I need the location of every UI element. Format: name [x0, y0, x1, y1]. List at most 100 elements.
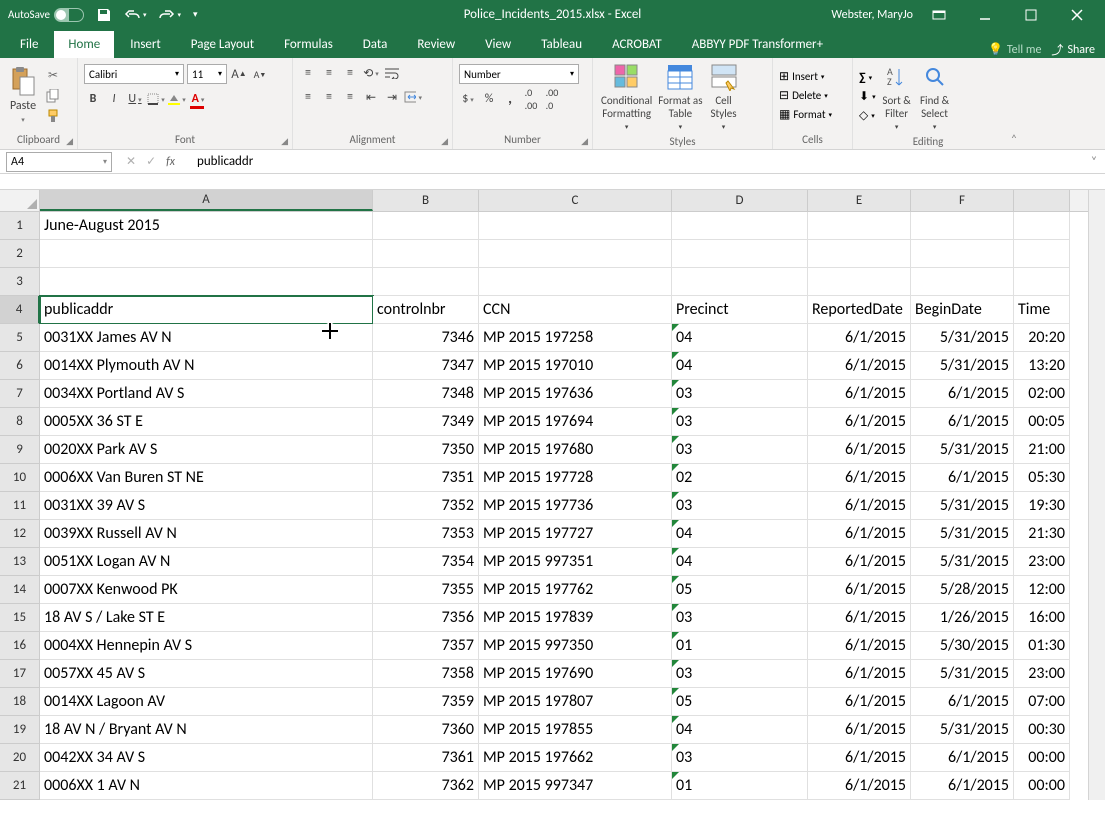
row-header[interactable]: 21 [0, 772, 40, 800]
insert-function-icon[interactable]: fx [166, 155, 175, 169]
cell[interactable]: MP 2015 197839 [479, 604, 672, 632]
cell[interactable]: 03 [672, 408, 808, 436]
cell[interactable]: ReportedDate [808, 296, 911, 324]
cell[interactable]: 5/28/2015 [911, 576, 1014, 604]
cancel-formula-icon[interactable]: ✕ [126, 154, 136, 169]
save-icon[interactable] [96, 7, 112, 23]
cell[interactable]: 7361 [373, 744, 479, 772]
cell[interactable]: 03 [672, 660, 808, 688]
accounting-format-icon[interactable]: $ [459, 90, 477, 108]
cell[interactable]: 6/1/2015 [911, 772, 1014, 800]
cell[interactable] [479, 212, 672, 240]
cell[interactable]: 00:00 [1014, 744, 1070, 772]
column-header-C[interactable]: C [479, 190, 672, 211]
cell[interactable]: 7356 [373, 604, 479, 632]
column-header-E[interactable]: E [808, 190, 911, 211]
cell[interactable] [373, 212, 479, 240]
row-header[interactable]: 6 [0, 352, 40, 380]
cell[interactable]: 0005XX 36 ST E [40, 408, 373, 436]
orientation-icon[interactable]: ⟲ [362, 64, 380, 82]
cell[interactable] [1014, 240, 1070, 268]
find-select-button[interactable]: Find & Select▾ [918, 60, 952, 133]
copy-icon[interactable] [44, 87, 62, 105]
row-header[interactable]: 9 [0, 436, 40, 464]
cell[interactable]: 7351 [373, 464, 479, 492]
cell[interactable]: 7357 [373, 632, 479, 660]
cell[interactable]: MP 2015 197690 [479, 660, 672, 688]
cell[interactable]: 0031XX 39 AV S [40, 492, 373, 520]
cell[interactable]: MP 2015 197636 [479, 380, 672, 408]
cell[interactable]: 04 [672, 520, 808, 548]
tab-view[interactable]: View [471, 31, 525, 58]
cell[interactable]: 6/1/2015 [808, 604, 911, 632]
align-center-icon[interactable]: ≡ [320, 88, 338, 106]
cell[interactable]: MP 2015 197762 [479, 576, 672, 604]
row-header[interactable]: 15 [0, 604, 40, 632]
wrap-text-icon[interactable] [383, 64, 401, 82]
cell[interactable]: 0034XX Portland AV S [40, 380, 373, 408]
cell[interactable] [808, 212, 911, 240]
clipboard-launcher[interactable]: ◢ [66, 136, 73, 147]
cell[interactable]: 0006XX Van Buren ST NE [40, 464, 373, 492]
row-header[interactable]: 16 [0, 632, 40, 660]
conditional-formatting-button[interactable]: Conditional Formatting▾ [599, 60, 654, 133]
cell[interactable]: 0014XX Plymouth AV N [40, 352, 373, 380]
cell[interactable]: 6/1/2015 [808, 380, 911, 408]
cut-icon[interactable]: ✂ [44, 67, 62, 85]
align-middle-icon[interactable]: ≡ [320, 64, 338, 82]
cell[interactable]: 12:00 [1014, 576, 1070, 604]
row-header[interactable]: 12 [0, 520, 40, 548]
undo-button[interactable]: ▾ [124, 9, 147, 21]
qat-customise[interactable]: ▾ [193, 9, 198, 20]
comma-format-icon[interactable]: , [501, 90, 519, 108]
cell[interactable]: 07:00 [1014, 688, 1070, 716]
cell[interactable]: MP 2015 997350 [479, 632, 672, 660]
align-left-icon[interactable]: ≡ [299, 88, 317, 106]
cell[interactable]: 21:00 [1014, 436, 1070, 464]
column-header-B[interactable]: B [373, 190, 479, 211]
align-top-icon[interactable]: ≡ [299, 64, 317, 82]
cell[interactable]: MP 2015 997347 [479, 772, 672, 800]
row-header[interactable]: 5 [0, 324, 40, 352]
cell[interactable]: 05 [672, 688, 808, 716]
cell[interactable]: 6/1/2015 [808, 436, 911, 464]
cell[interactable]: 05 [672, 576, 808, 604]
tab-formulas[interactable]: Formulas [270, 31, 347, 58]
redo-button[interactable]: ▾ [159, 9, 182, 21]
align-bottom-icon[interactable]: ≡ [341, 64, 359, 82]
ribbon-options-icon[interactable] [919, 0, 959, 29]
formula-input[interactable]: publicaddr [189, 154, 1083, 169]
cell[interactable] [911, 240, 1014, 268]
cell[interactable]: 6/1/2015 [808, 632, 911, 660]
cell[interactable]: 5/31/2015 [911, 492, 1014, 520]
tab-tableau[interactable]: Tableau [527, 31, 596, 58]
cell[interactable]: MP 2015 197736 [479, 492, 672, 520]
cell[interactable]: MP 2015 197807 [479, 688, 672, 716]
cell[interactable]: Time [1014, 296, 1070, 324]
cell[interactable]: CCN [479, 296, 672, 324]
number-launcher[interactable]: ◢ [581, 136, 588, 147]
cell[interactable]: 0042XX 34 AV S [40, 744, 373, 772]
cell[interactable]: MP 2015 197662 [479, 744, 672, 772]
cell[interactable] [1014, 268, 1070, 296]
cell[interactable]: BeginDate [911, 296, 1014, 324]
tab-data[interactable]: Data [349, 31, 402, 58]
row-header[interactable]: 7 [0, 380, 40, 408]
cell[interactable]: 6/1/2015 [808, 716, 911, 744]
clear-button[interactable]: ◇▾ [859, 108, 876, 123]
cell[interactable]: 7359 [373, 688, 479, 716]
cell[interactable]: 04 [672, 716, 808, 744]
cell[interactable]: controlnbr [373, 296, 479, 324]
cell[interactable]: 5/31/2015 [911, 352, 1014, 380]
cell[interactable]: 6/1/2015 [808, 324, 911, 352]
cell[interactable]: 6/1/2015 [808, 576, 911, 604]
close-button[interactable] [1057, 0, 1097, 29]
font-color-button[interactable]: A [189, 90, 207, 108]
font-name-select[interactable]: Calibri▾ [84, 64, 184, 84]
minimize-button[interactable] [965, 0, 1005, 29]
cell[interactable]: 6/1/2015 [808, 492, 911, 520]
decrease-decimal-icon[interactable]: .00.0 [543, 90, 561, 108]
cell[interactable]: 5/31/2015 [911, 548, 1014, 576]
cell[interactable]: 03 [672, 492, 808, 520]
cell[interactable]: 01 [672, 772, 808, 800]
